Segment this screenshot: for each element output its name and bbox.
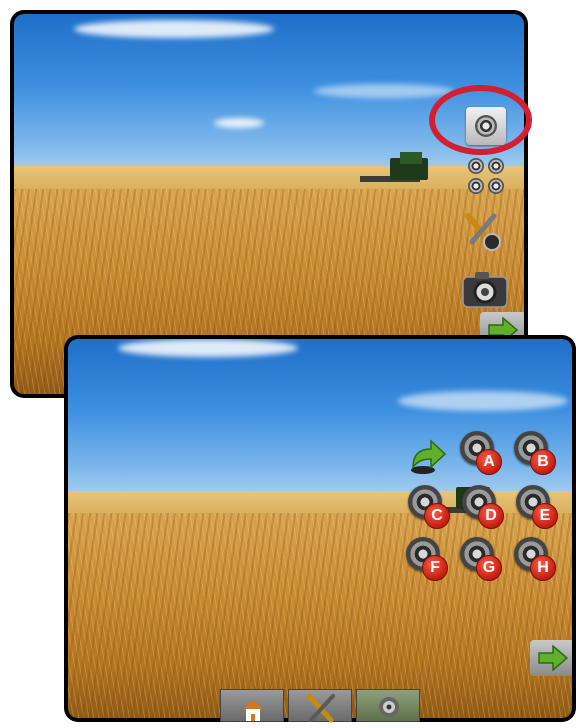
camera-h-button[interactable]: H xyxy=(514,537,556,581)
back-button[interactable] xyxy=(405,437,447,475)
tools-icon xyxy=(306,693,335,723)
camera-settings-icon xyxy=(465,213,501,251)
highlight-callout xyxy=(429,85,532,155)
home-icon xyxy=(243,700,263,721)
camera-icon xyxy=(379,697,399,717)
camera-d-button[interactable]: D xyxy=(462,485,504,529)
green-return-arrow-icon xyxy=(411,439,447,474)
camera-label: B xyxy=(530,449,556,475)
tools-button[interactable] xyxy=(288,689,352,723)
camera-label: F xyxy=(422,555,448,581)
snapshot-button[interactable] xyxy=(461,269,509,309)
sky-background xyxy=(68,339,572,499)
home-button[interactable] xyxy=(220,689,284,722)
camera-a-button[interactable]: A xyxy=(460,431,502,475)
camera-select-screen: A B C D E F G H xyxy=(64,335,576,722)
camera-label: C xyxy=(424,503,450,529)
green-arrow-icon xyxy=(538,645,569,671)
next-page-button[interactable] xyxy=(530,640,572,676)
camera-b-button[interactable]: B xyxy=(514,431,556,475)
camera-label: H xyxy=(530,555,556,581)
bottom-toolbar xyxy=(220,689,422,723)
camera-f-button[interactable]: F xyxy=(406,537,448,581)
camera-label: G xyxy=(476,555,502,581)
camera-view: A B C D E F G H xyxy=(68,339,572,718)
camera-label: D xyxy=(478,503,504,529)
camera-tab-button[interactable] xyxy=(356,689,420,722)
camera-c-button[interactable]: C xyxy=(408,485,450,529)
snapshot-camera-icon xyxy=(462,272,508,308)
camera-g-button[interactable]: G xyxy=(460,537,502,581)
camera-e-button[interactable]: E xyxy=(516,485,558,529)
camera-label: A xyxy=(476,449,502,475)
quad-camera-button[interactable] xyxy=(466,156,506,196)
quad-camera-icon xyxy=(468,158,484,174)
camera-label: E xyxy=(532,503,558,529)
camera-settings-button[interactable] xyxy=(462,210,508,254)
